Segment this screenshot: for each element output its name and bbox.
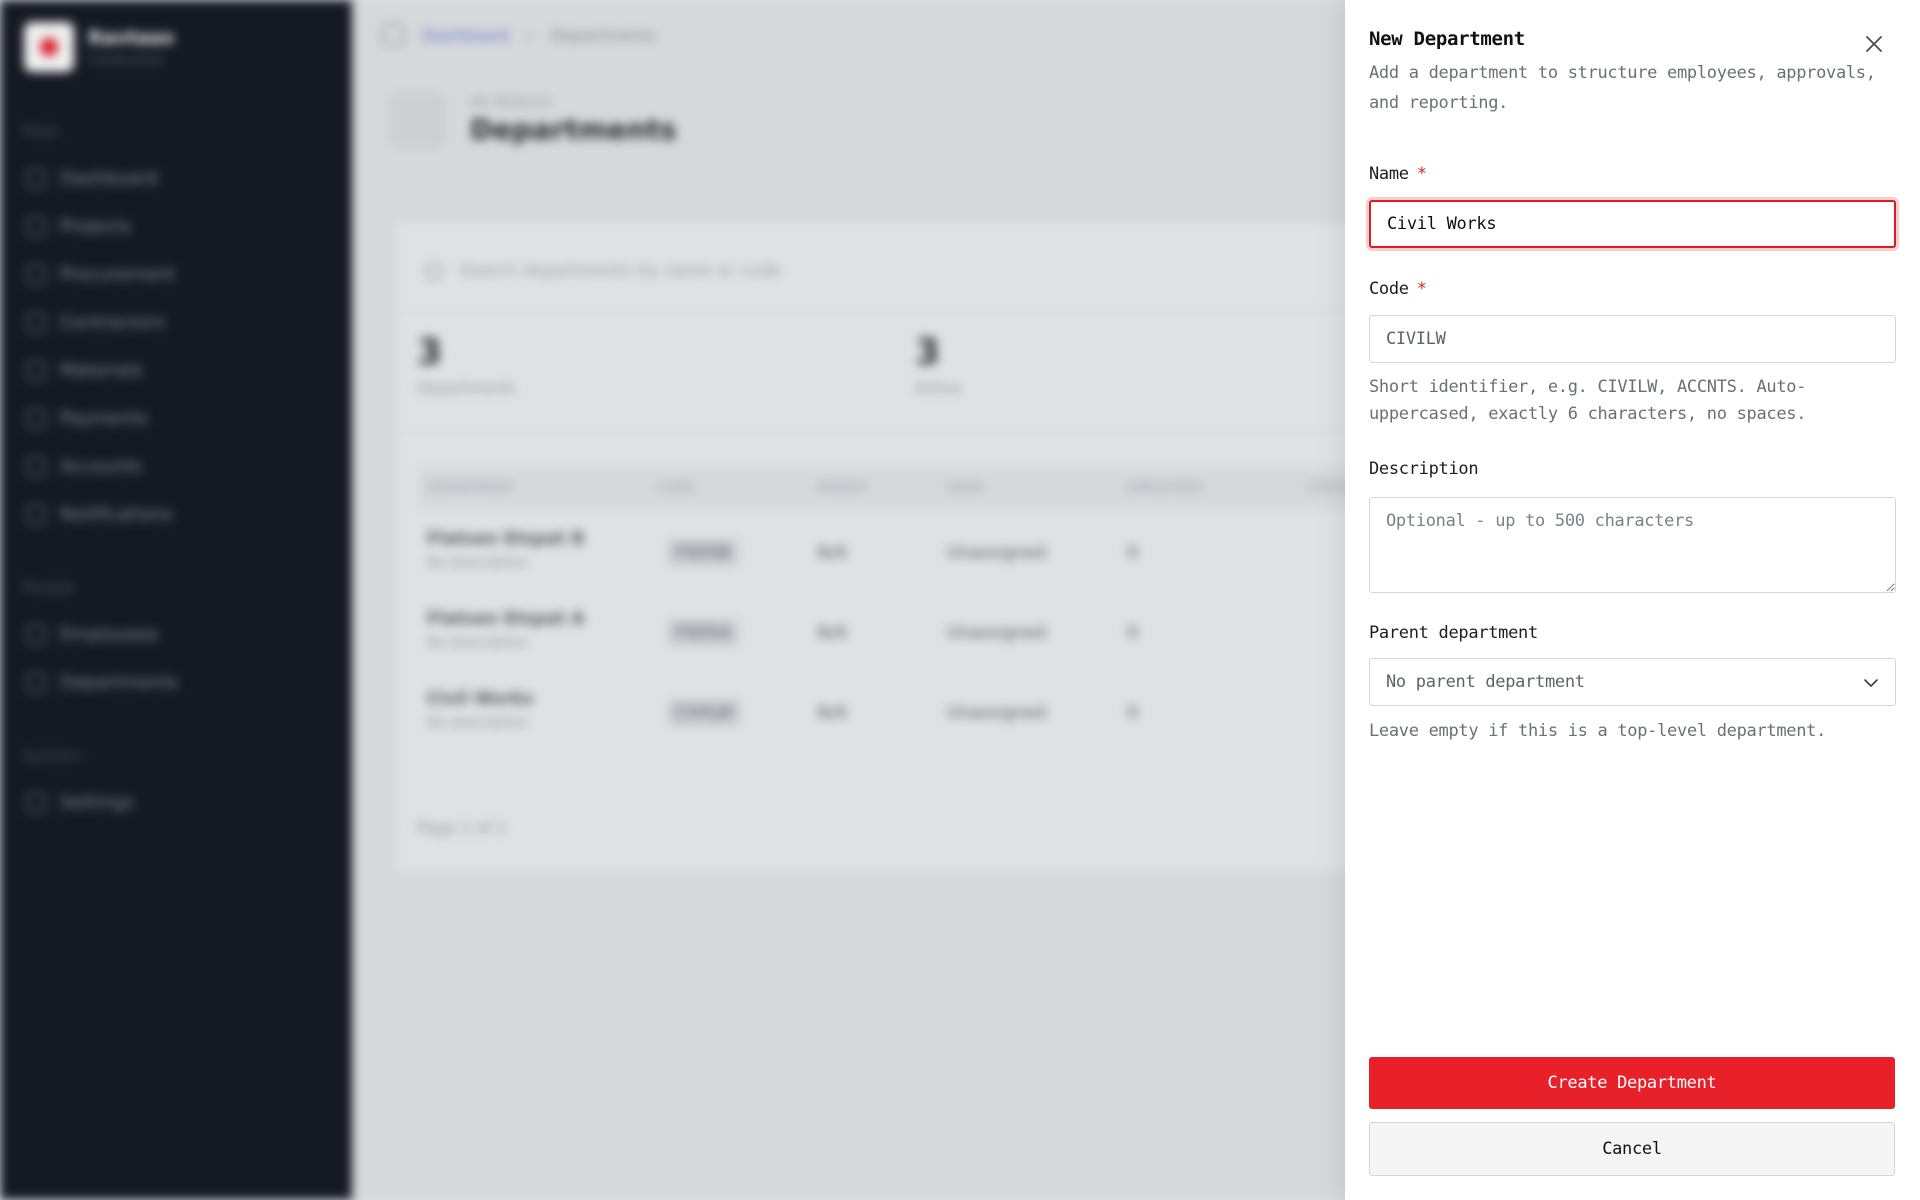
close-button[interactable] <box>1860 30 1888 58</box>
parent-department-value: No parent department <box>1386 672 1585 692</box>
required-mark: * <box>1416 164 1427 184</box>
description-textarea[interactable] <box>1369 497 1896 593</box>
parent-department-select[interactable]: No parent department <box>1369 658 1896 706</box>
new-department-drawer: New Department Add a department to struc… <box>1345 0 1920 1200</box>
required-mark: * <box>1416 279 1427 299</box>
drawer-description: Add a department to structure employees,… <box>1369 63 1876 113</box>
code-input[interactable] <box>1369 315 1896 363</box>
close-icon <box>1866 36 1882 52</box>
parent-department-label: Parent department <box>1369 623 1538 643</box>
description-label: Description <box>1369 459 1479 479</box>
parent-help-text: Leave empty if this is a top-level depar… <box>1369 721 1827 741</box>
chevron-down-icon <box>1864 679 1878 687</box>
name-label: Name * <box>1369 164 1427 184</box>
drawer-title: New Department <box>1369 28 1525 50</box>
name-input[interactable] <box>1369 200 1896 248</box>
code-label: Code * <box>1369 279 1427 299</box>
create-department-button[interactable]: Create Department <box>1369 1057 1895 1109</box>
cancel-button[interactable]: Cancel <box>1369 1122 1895 1176</box>
code-help-text: Short identifier, e.g. CIVILW, ACCNTS. A… <box>1369 377 1807 424</box>
